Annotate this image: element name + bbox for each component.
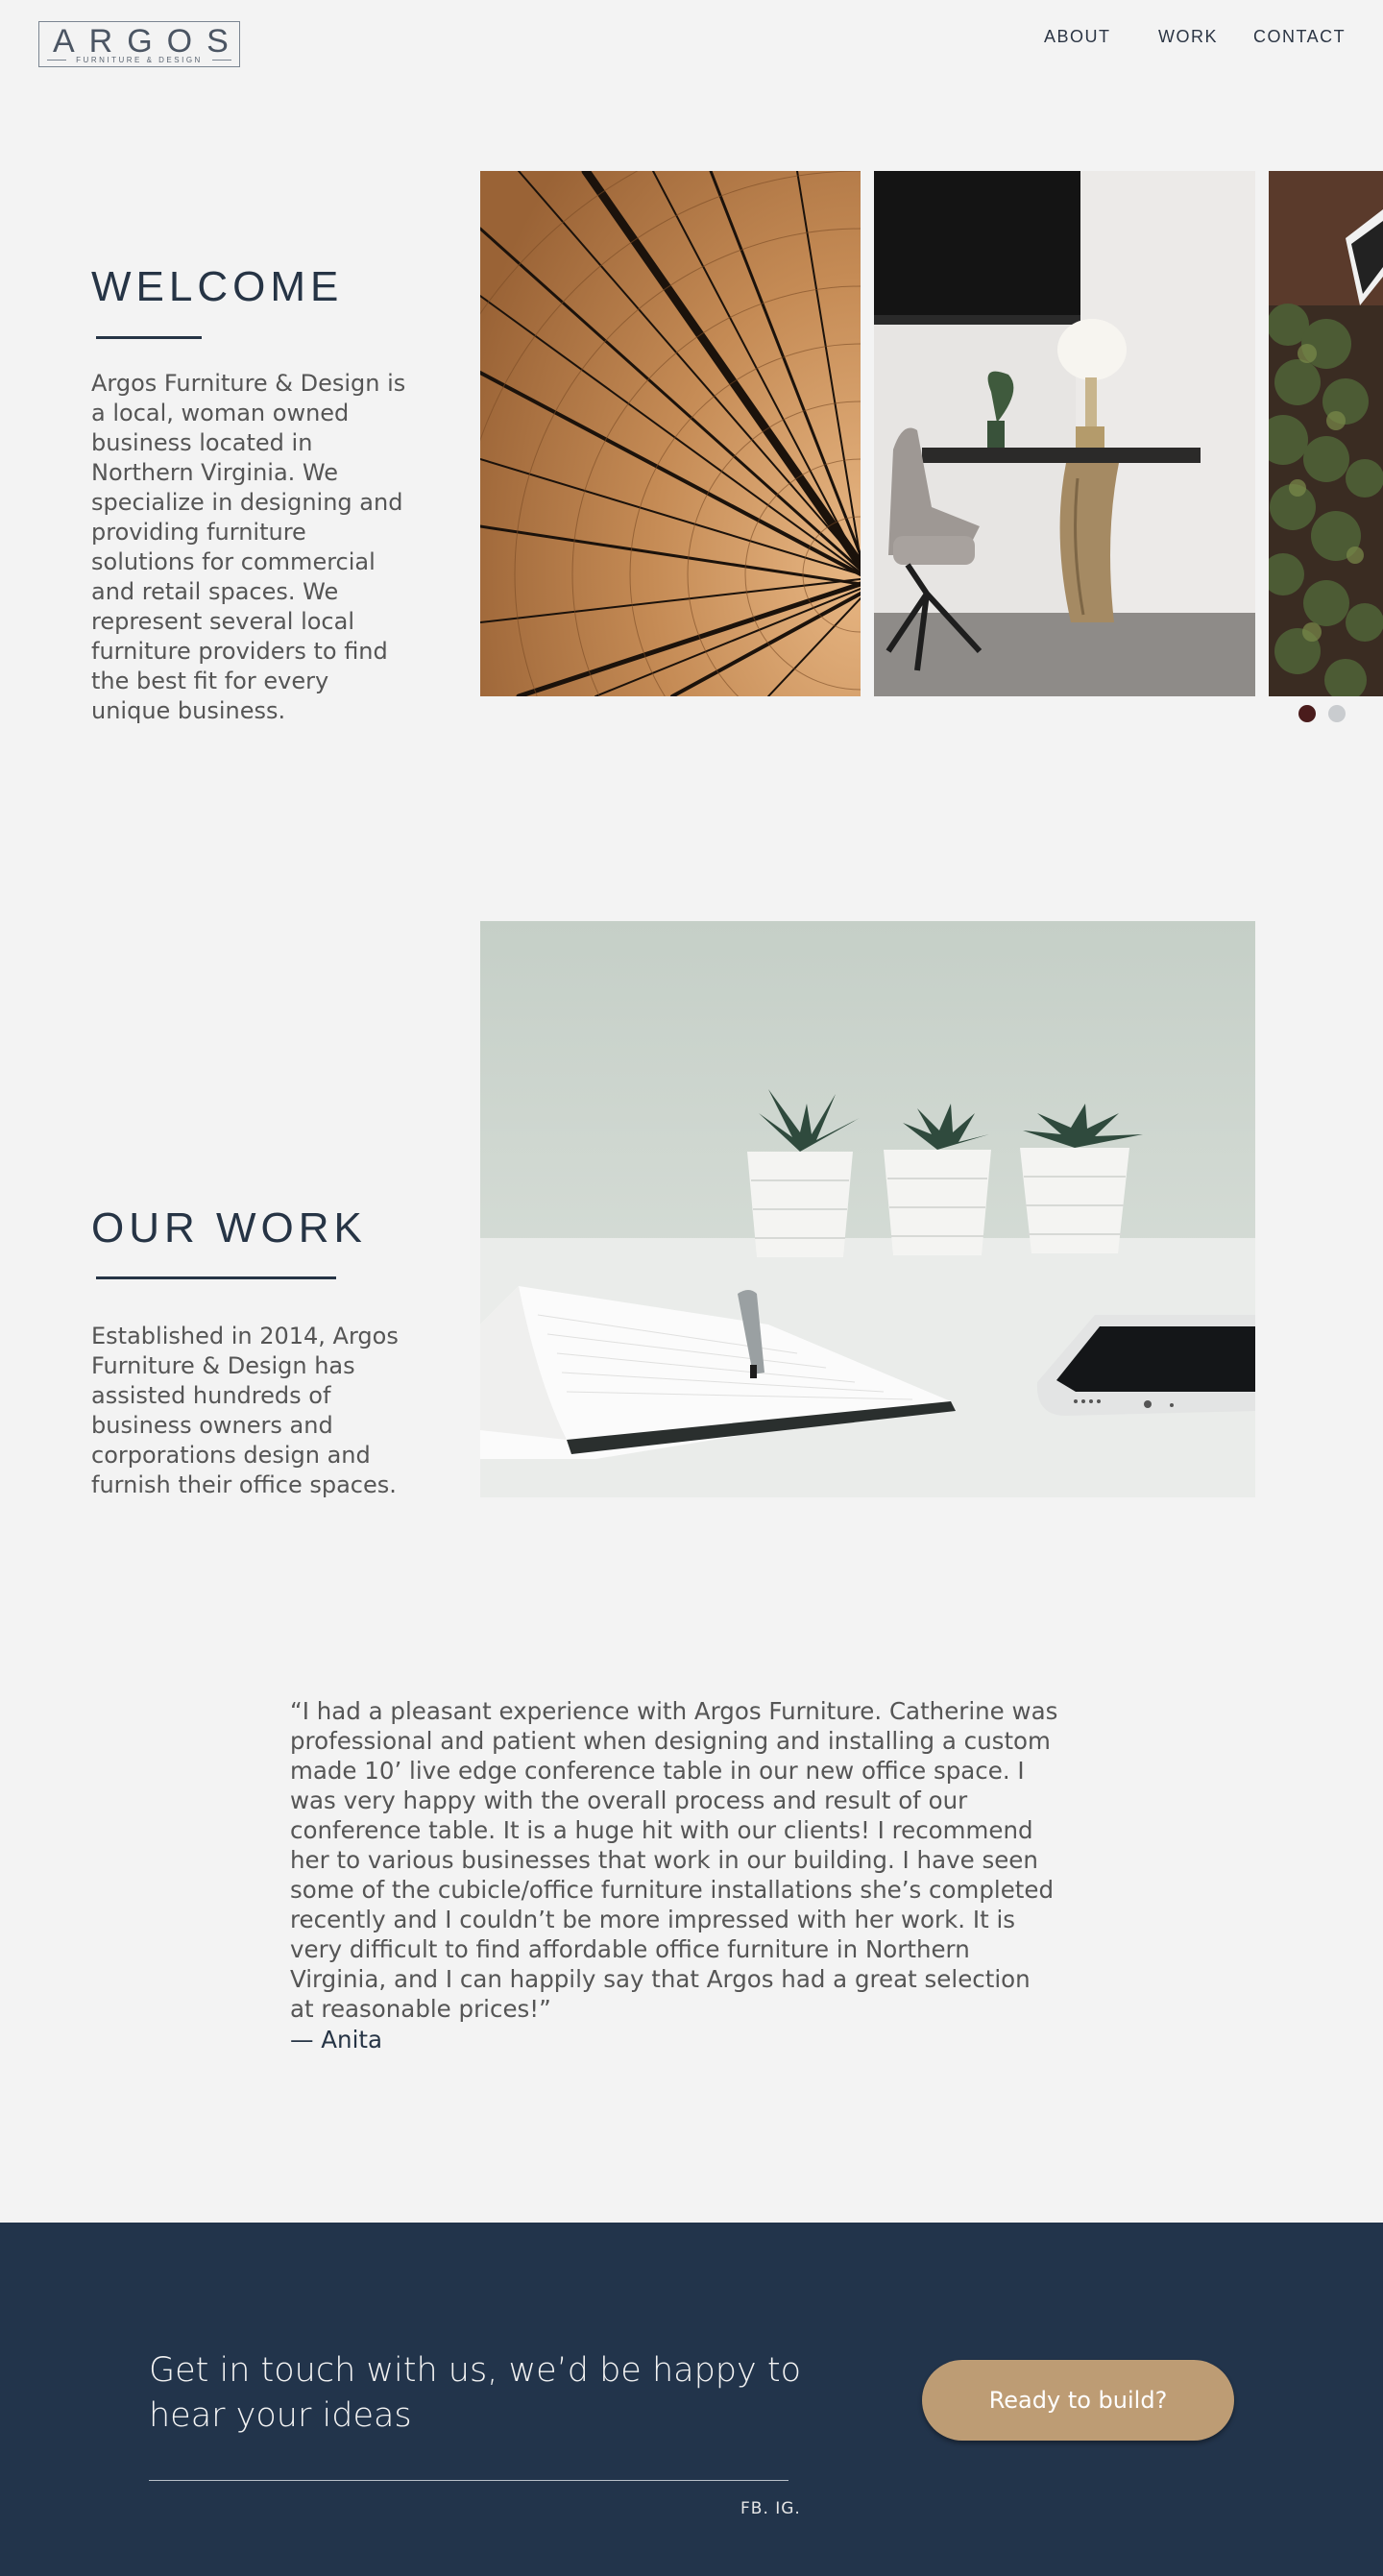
nav-about[interactable]: ABOUT [1044, 27, 1111, 47]
logo-tagline: FURNITURE & DESIGN [76, 56, 203, 64]
slide-wood-image [480, 171, 861, 696]
work-text: Established in 2014, Argos Furniture & D… [91, 1323, 399, 1498]
footer-divider [149, 2480, 789, 2481]
testimonial-quote: “I had a pleasant experience with Argos … [290, 1697, 1058, 2023]
social-links[interactable]: FB. IG. [740, 2499, 801, 2518]
slider-dot-active[interactable] [1298, 705, 1316, 722]
work-image [480, 921, 1255, 1497]
welcome-title: WELCOME [91, 263, 344, 310]
footer-heading: Get in touch with us, we’d be happy to h… [149, 2351, 801, 2435]
logo[interactable]: ARGOS FURNITURE & DESIGN [38, 21, 240, 67]
logo-wordmark: ARGOS [53, 23, 243, 60]
welcome-underline [96, 336, 202, 339]
testimonial-author: — Anita [290, 2026, 383, 2054]
nav-work[interactable]: WORK [1158, 27, 1218, 47]
ready-to-build-button[interactable]: Ready to build? [922, 2360, 1234, 2441]
work-title: OUR WORK [91, 1204, 367, 1252]
slide-plant-image [1269, 171, 1383, 696]
slider-dot[interactable] [1328, 705, 1346, 722]
footer: Get in touch with us, we’d be happy to h… [0, 2223, 1383, 2576]
slide-desk-image [874, 171, 1255, 696]
nav-contact[interactable]: CONTACT [1253, 27, 1346, 47]
work-underline [96, 1276, 336, 1279]
welcome-text: Argos Furniture & Design is a local, wom… [91, 370, 406, 724]
